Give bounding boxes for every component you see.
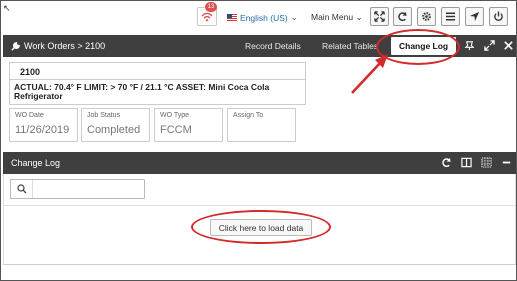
expand-arrows-icon (374, 11, 385, 22)
wrench-icon (11, 41, 20, 51)
search-input[interactable] (10, 179, 145, 199)
divider (3, 264, 516, 265)
field-value: FCCM (160, 124, 192, 136)
field-value: Completed (87, 124, 141, 136)
top-toolbar: ↖ 13 English (US) ⌄ Main Menu ⌄ (1, 1, 516, 35)
refresh-icon[interactable] (441, 157, 452, 168)
change-log-title: Change Log (11, 158, 61, 168)
field-label: WO Date (15, 112, 44, 119)
field-label: Job Status (87, 112, 121, 119)
annotation-arrow (351, 54, 388, 94)
language-label: English (US) (240, 12, 288, 23)
screenshot-frame: ↖ 13 English (US) ⌄ Main Menu ⌄ Work Ord… (0, 0, 517, 281)
chevron-down-icon: ⌄ (355, 12, 363, 22)
hamburger-icon (445, 12, 456, 21)
work-order-description: ACTUAL: 70.4° F LIMIT: > 70 °F / 21.1 °C… (9, 80, 306, 105)
settings-button[interactable] (417, 7, 436, 26)
menu-button[interactable] (441, 7, 460, 26)
power-icon (494, 11, 503, 21)
wo-type-field: WO Type FCCM (154, 108, 223, 142)
refresh-icon (398, 11, 407, 22)
grid-icon[interactable] (481, 157, 492, 168)
logout-button[interactable] (489, 7, 508, 26)
chevron-down-icon: ⌄ (290, 12, 298, 22)
divider (3, 205, 516, 206)
breadcrumb-text: Work Orders > 2100 (24, 41, 106, 51)
breadcrumb: Work Orders > 2100 (11, 41, 105, 51)
work-order-number: 2100 (9, 62, 306, 80)
close-icon[interactable] (503, 40, 514, 51)
change-log-header: Change Log (3, 152, 516, 174)
minimize-icon[interactable] (501, 157, 512, 168)
main-menu-dropdown[interactable]: Main Menu ⌄ (311, 12, 363, 23)
language-selector[interactable]: English (US) ⌄ (227, 12, 298, 23)
refresh-button[interactable] (393, 7, 412, 26)
navigation-arrow-icon (469, 11, 480, 22)
mouse-cursor-icon: ↖ (3, 3, 11, 13)
tab-record-details[interactable]: Record Details (245, 41, 301, 51)
gear-icon (422, 12, 431, 21)
field-label: Assign To (233, 112, 264, 119)
wo-date-field: WO Date 11/26/2019 (9, 108, 78, 142)
assign-to-field: Assign To (227, 108, 296, 142)
wifi-icon (201, 12, 213, 21)
field-label: WO Type (160, 112, 190, 119)
expand-icon[interactable] (484, 40, 495, 51)
fullscreen-button[interactable] (370, 7, 389, 26)
search-icon (11, 180, 33, 198)
notification-count-badge: 13 (205, 2, 217, 12)
us-flag-icon (227, 14, 237, 21)
job-status-field: Job Status Completed (81, 108, 150, 142)
columns-icon[interactable] (461, 157, 472, 168)
field-value: 11/26/2019 (15, 124, 70, 136)
main-menu-label: Main Menu (311, 12, 354, 22)
location-button[interactable] (465, 7, 484, 26)
annotation-ellipse-load-data (191, 210, 331, 244)
pin-icon[interactable] (464, 40, 475, 51)
